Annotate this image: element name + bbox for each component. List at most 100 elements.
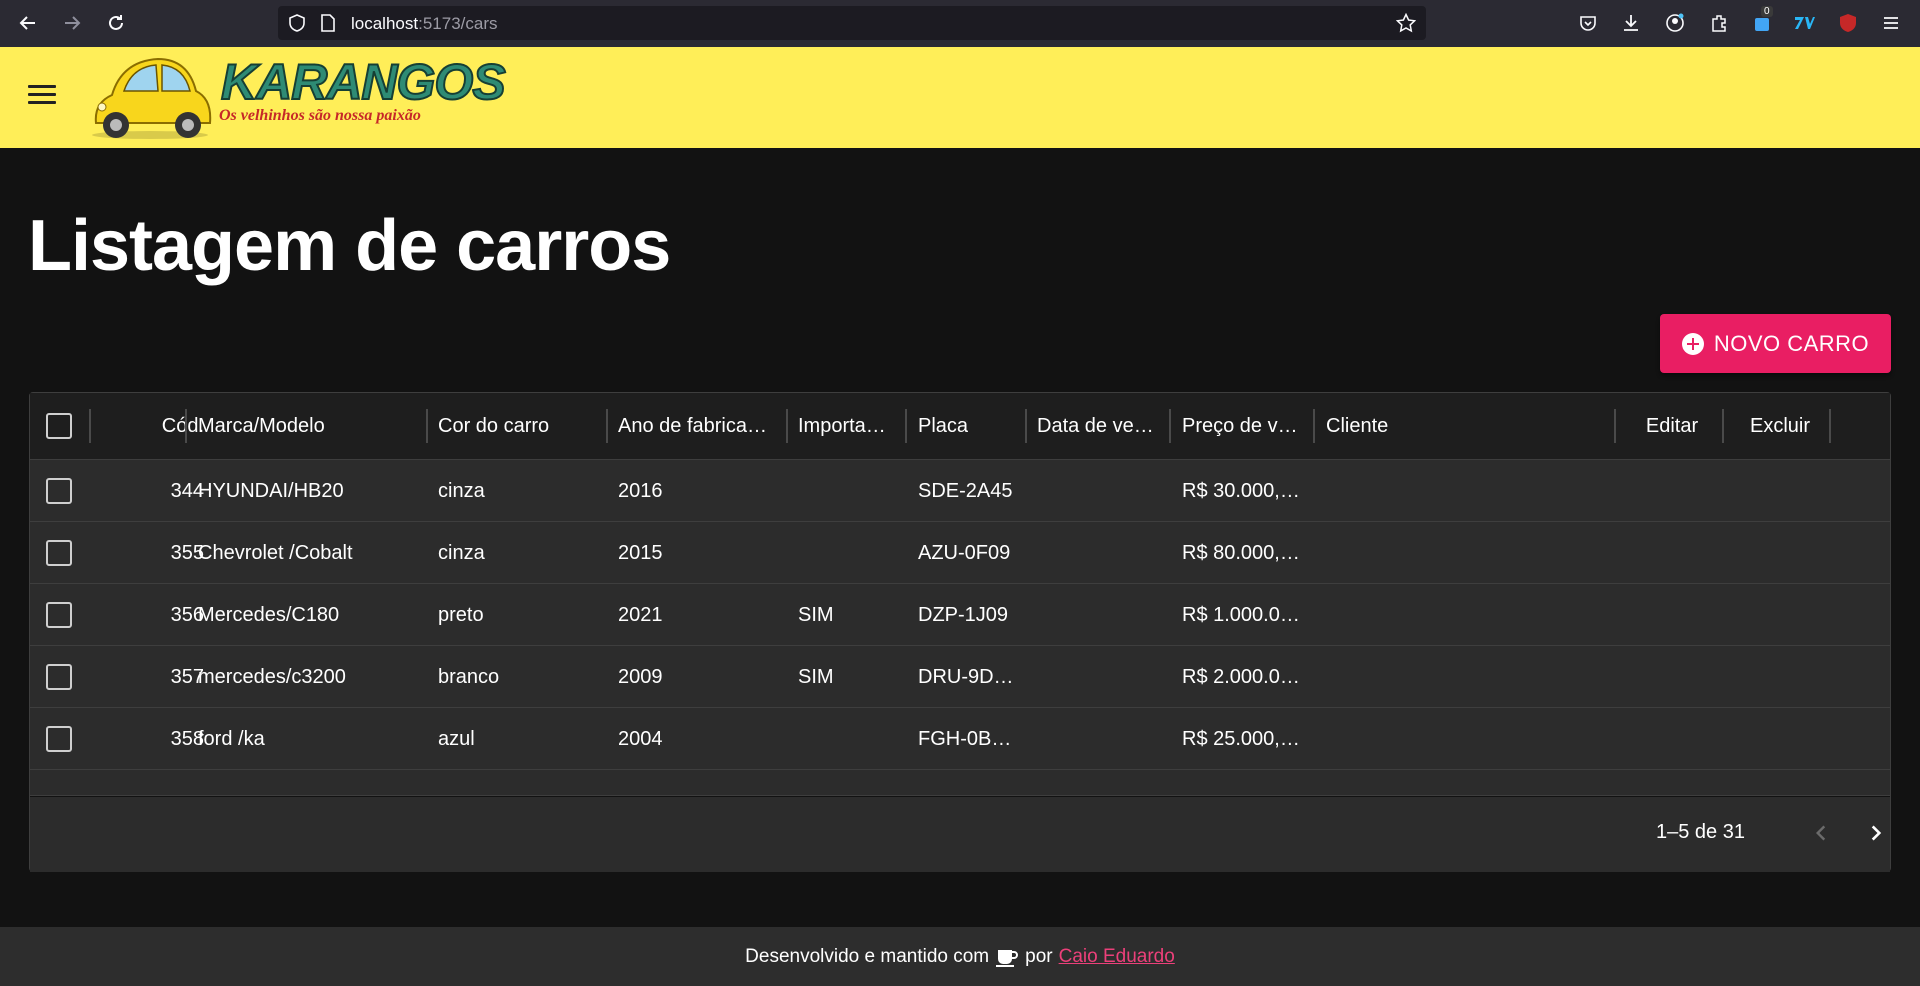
yellow-beetle-car-icon [92, 57, 212, 139]
table-row[interactable]: 355 Chevrolet /Cobalt cinza 2015 AZU-0F0… [30, 522, 1890, 584]
cell-id: 356 [170, 604, 204, 626]
cell-id: 344 [170, 480, 204, 502]
chevron-right-icon [1871, 825, 1882, 841]
karangos-logo: KARANGOS Os velhinhos são nossa paixão [88, 51, 507, 143]
cell-cliente [1326, 522, 1606, 584]
column-header-editar[interactable]: Editar [1624, 393, 1720, 460]
cell-modelo: Chevrolet /Cobalt [198, 542, 353, 564]
cell-ano: 2009 [618, 666, 663, 688]
column-header-excluir[interactable]: Excluir [1732, 393, 1828, 460]
previous-page-button[interactable] [1805, 817, 1837, 849]
cell-preco: R$ 80.000,… [1182, 542, 1300, 564]
new-car-button-label: NOVO CARRO [1713, 330, 1870, 356]
column-header-importado[interactable]: Importa… [798, 393, 898, 460]
cell-importado: SIM [798, 604, 834, 626]
url-bar[interactable]: localhost:5173/cars [278, 6, 1426, 40]
ublock-icon[interactable] [1837, 12, 1859, 34]
column-header-data-venda[interactable]: Data de ve… [1037, 393, 1167, 460]
cell-data-venda [1037, 522, 1167, 584]
cell-cliente [1326, 646, 1606, 708]
pocket-icon[interactable] [1577, 12, 1599, 34]
row-checkbox[interactable] [46, 602, 72, 628]
row-checkbox[interactable] [46, 664, 72, 690]
cell-placa: AZU-0F09 [918, 542, 1011, 564]
extensions-icon[interactable] [1708, 12, 1730, 34]
cell-importado [798, 708, 898, 770]
column-header-placa[interactable]: Placa [918, 393, 1018, 460]
cell-id: 355 [170, 542, 204, 564]
grid-filler [30, 770, 1890, 796]
cell-cor: cinza [438, 480, 485, 502]
cell-modelo: ford /ka [198, 728, 265, 750]
bookmark-star-icon[interactable] [1395, 12, 1417, 33]
coffee-icon [996, 949, 1019, 967]
grid-header: Cód. Marca/Modelo Cor do carro Ano de fa… [30, 393, 1890, 460]
grid-footer: 1–5 de 31 [30, 797, 1890, 872]
seven-tv-icon[interactable] [1793, 12, 1815, 34]
author-link[interactable]: Caio Eduardo [1059, 946, 1175, 968]
row-checkbox[interactable] [46, 540, 72, 566]
cell-data-venda [1037, 584, 1167, 646]
cell-id: 357 [170, 666, 204, 688]
cell-ano: 2016 [618, 480, 663, 502]
add-circle-icon [1681, 332, 1704, 355]
cell-modelo: HYUNDAI/HB20 [198, 480, 344, 502]
column-header-cod[interactable]: Cód. [100, 393, 204, 460]
column-header-ano[interactable]: Ano de fabrica… [618, 393, 778, 460]
shield-icon[interactable] [288, 14, 306, 32]
column-header-cliente[interactable]: Cliente [1326, 393, 1606, 460]
footer-por: por [1025, 945, 1053, 967]
column-header-marca-modelo[interactable]: Marca/Modelo [198, 393, 418, 460]
row-checkbox[interactable] [46, 726, 72, 752]
cell-placa: SDE-2A45 [918, 480, 1013, 502]
pagination-info: 1–5 de 31 [1656, 821, 1745, 843]
cell-id: 358 [170, 728, 204, 750]
logo-subtitle: Os velhinhos são nossa paixão [219, 107, 421, 124]
download-icon[interactable] [1620, 12, 1642, 34]
forward-icon[interactable] [60, 11, 84, 35]
extension-badge-count: 0 [1761, 6, 1773, 17]
table-row[interactable]: 358 ford /ka azul 2004 FGH-0B… R$ 25.000… [30, 708, 1890, 770]
chevron-left-icon [1815, 825, 1826, 841]
cell-ano: 2004 [618, 728, 663, 750]
url-text: localhost:5173/cars [351, 14, 498, 33]
select-all-checkbox[interactable] [46, 413, 72, 439]
cell-modelo: mercedes/c3200 [198, 666, 346, 688]
extension-badge-icon[interactable]: 0 [1751, 6, 1773, 34]
cell-importado: SIM [798, 666, 834, 688]
cell-preco: R$ 30.000,… [1182, 480, 1300, 502]
column-header-preco[interactable]: Preço de v… [1182, 393, 1312, 460]
cell-modelo: Mercedes/C180 [198, 604, 340, 626]
logo-title: KARANGOS [220, 53, 507, 111]
account-icon[interactable] [1664, 12, 1686, 34]
column-header-cor[interactable]: Cor do carro [438, 393, 608, 460]
cell-cliente [1326, 708, 1606, 770]
app-bar: KARANGOS Os velhinhos são nossa paixão [0, 47, 1920, 148]
back-icon[interactable] [16, 11, 40, 35]
hamburger-menu-button[interactable] [24, 76, 60, 112]
page-title: Listagem de carros [28, 206, 671, 286]
cell-data-venda [1037, 460, 1167, 522]
table-row[interactable]: 344 HYUNDAI/HB20 cinza 2016 SDE-2A45 R$ … [30, 460, 1890, 522]
table-row[interactable]: 357 mercedes/c3200 branco 2009 SIM DRU-9… [30, 646, 1890, 708]
cell-placa: DRU-9D… [918, 666, 1014, 688]
cell-importado [798, 522, 898, 584]
cell-ano: 2015 [618, 542, 663, 564]
cell-data-venda [1037, 646, 1167, 708]
new-car-button[interactable]: NOVO CARRO [1660, 314, 1891, 373]
cell-preco: R$ 25.000,… [1182, 728, 1300, 750]
cell-cor: cinza [438, 542, 485, 564]
cell-cor: branco [438, 666, 500, 688]
row-checkbox[interactable] [46, 478, 72, 504]
cell-preco: R$ 2.000.0… [1182, 666, 1300, 688]
cell-cor: azul [438, 728, 475, 750]
browser-menu-icon[interactable] [1880, 12, 1902, 34]
next-page-button[interactable] [1860, 817, 1892, 849]
reload-icon[interactable] [104, 11, 128, 35]
browser-toolbar: localhost:5173/cars 0 [0, 0, 1920, 47]
cell-cliente [1326, 460, 1606, 522]
table-row[interactable]: 356 Mercedes/C180 preto 2021 SIM DZP-1J0… [30, 584, 1890, 646]
cell-preco: R$ 1.000.0… [1182, 604, 1300, 626]
cell-importado [798, 460, 898, 522]
page-footer: Desenvolvido e mantido com por Caio Edua… [0, 927, 1920, 986]
